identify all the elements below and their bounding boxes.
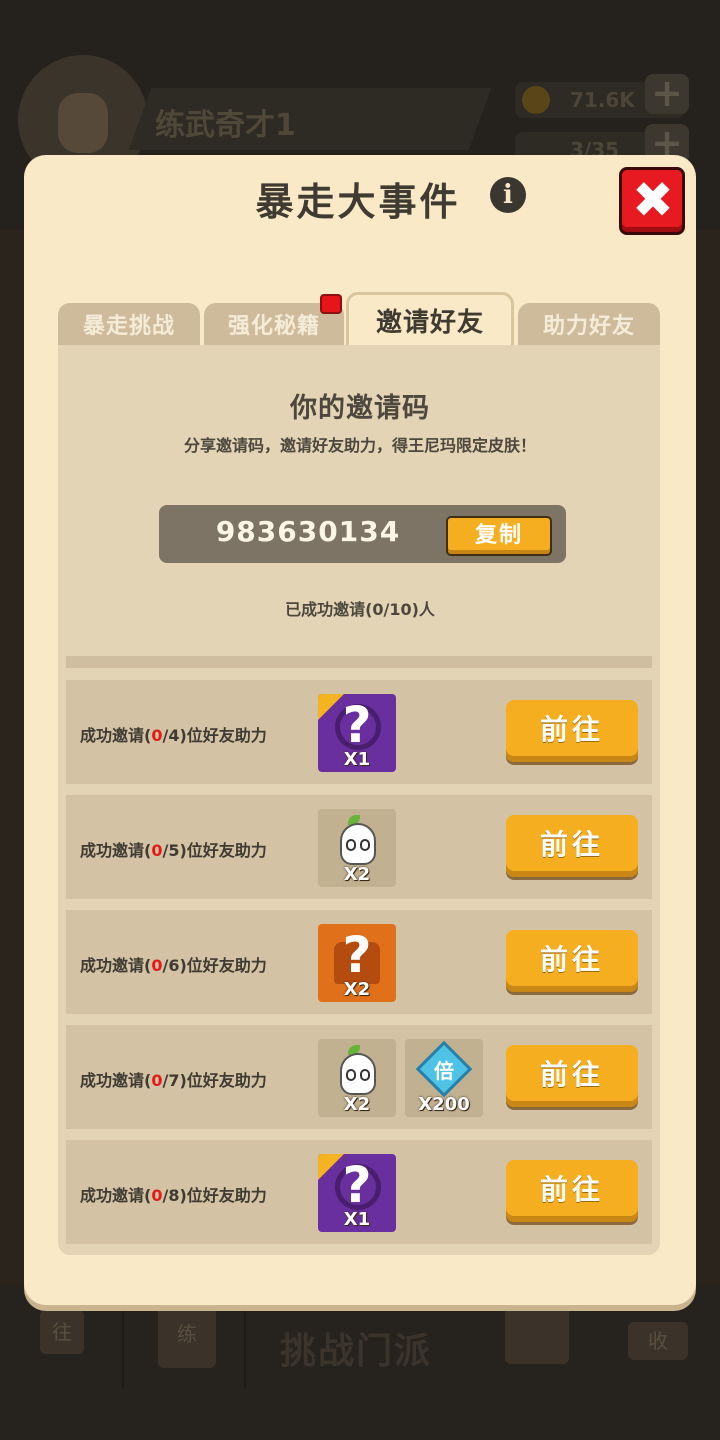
reward-item[interactable]: ? X1 — [318, 1154, 396, 1232]
add-coins-button[interactable]: + — [645, 74, 689, 114]
invite-progress: 0 — [151, 726, 163, 745]
coin-value: 71.6K — [570, 88, 635, 112]
invite-success-count: 已成功邀请(0/10)人 — [285, 600, 435, 619]
reward-count: X2 — [343, 1094, 371, 1115]
go-button[interactable]: 前往 — [506, 930, 638, 992]
mystery-box-icon: ? — [342, 1156, 372, 1214]
ghost-icon — [340, 1053, 376, 1095]
reward-row-label: 成功邀请(0/6)位好友助力 — [80, 956, 267, 975]
reward-item[interactable]: ? X1 — [318, 694, 396, 772]
reward-row-label: 成功邀请(0/7)位好友助力 — [80, 1071, 267, 1090]
temple-icon — [505, 1300, 569, 1364]
reward-row-label: 成功邀请(0/4)位好友助力 — [80, 726, 267, 745]
ghost-icon — [340, 823, 376, 865]
book-icon: 练 — [158, 1300, 216, 1368]
nav-right-icon: 收 — [628, 1322, 688, 1360]
tab-invite-friends[interactable]: 邀请好友 — [346, 292, 514, 348]
reward-item[interactable]: 倍 X200 — [405, 1039, 483, 1117]
close-icon: ✖ — [632, 171, 674, 229]
invite-code-title: 你的邀请码 — [290, 393, 430, 424]
reward-row-label: 成功邀请(0/8)位好友助力 — [80, 1186, 267, 1205]
go-button[interactable]: 前往 — [506, 1160, 638, 1222]
player-name: 练武奇才1 — [155, 108, 296, 143]
info-icon[interactable]: i — [490, 177, 526, 213]
tab-notification-badge — [320, 294, 342, 314]
reward-item[interactable]: ? X2 — [318, 924, 396, 1002]
nav-challenge-label[interactable]: 挑战门派 — [280, 1322, 432, 1374]
reward-row-1: 成功邀请(0/4)位好友助力 ? X1 前往 — [66, 680, 652, 784]
reward-row-4: 成功邀请(0/7)位好友助力 X2 倍 X200 前往 — [66, 1025, 652, 1129]
tab-help-friends[interactable]: 助力好友 — [518, 303, 660, 348]
reward-row-3: 成功邀请(0/6)位好友助力 ? X2 前往 — [66, 910, 652, 1014]
nav-left-icon: 往 — [40, 1310, 84, 1354]
go-button[interactable]: 前往 — [506, 815, 638, 877]
reward-count: X2 — [343, 864, 371, 885]
invite-description: 分享邀请码，邀请好友助力，得王尼玛限定皮肤！ — [183, 436, 536, 455]
reward-row-2: 成功邀请(0/5)位好友助力 X2 前往 — [66, 795, 652, 899]
divider — [66, 656, 652, 668]
invite-progress: 0 — [151, 956, 163, 975]
close-button[interactable]: ✖ — [619, 167, 685, 235]
invite-code: 983630134 — [215, 515, 401, 548]
reward-count: X1 — [343, 749, 371, 770]
reward-item[interactable]: X2 — [318, 1039, 396, 1117]
go-button[interactable]: 前往 — [506, 700, 638, 762]
invite-progress: 0 — [151, 1186, 163, 1205]
reward-item[interactable]: X2 — [318, 809, 396, 887]
go-button[interactable]: 前往 — [506, 1045, 638, 1107]
reward-row-label: 成功邀请(0/5)位好友助力 — [80, 841, 267, 860]
invite-progress: 0 — [151, 841, 163, 860]
reward-row-5: 成功邀请(0/8)位好友助力 ? X1 前往 — [66, 1140, 652, 1244]
invite-progress: 0 — [151, 1071, 163, 1090]
dialog-title: 暴走大事件 — [255, 180, 461, 224]
tab-challenge[interactable]: 暴走挑战 — [58, 303, 200, 348]
coin-icon — [522, 86, 550, 114]
reward-count: X200 — [418, 1094, 470, 1115]
copy-button[interactable]: 复制 — [446, 516, 552, 556]
reward-count: X2 — [343, 979, 371, 1000]
mystery-shirt-icon: ? — [342, 926, 372, 984]
mystery-box-icon: ? — [342, 696, 372, 754]
reward-count: X1 — [343, 1209, 371, 1230]
gem-label: 倍 — [434, 1059, 454, 1083]
